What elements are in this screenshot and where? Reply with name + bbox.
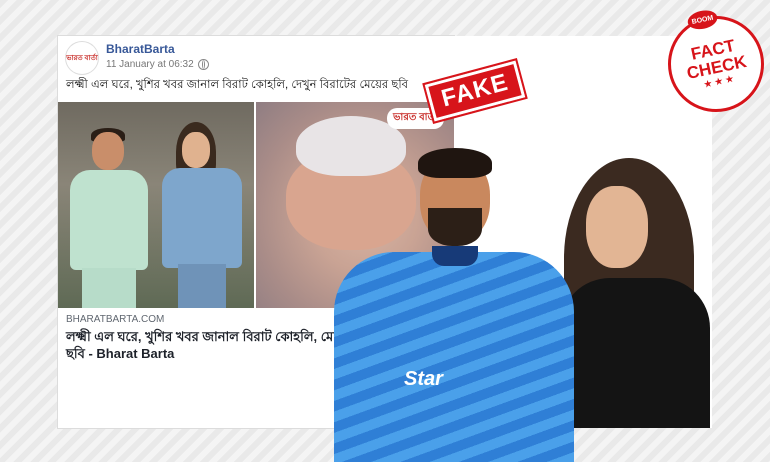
link-domain[interactable]: BHARATBARTA.COM	[66, 314, 164, 325]
boom-logo: BOOM	[685, 7, 720, 32]
jersey-text: Star	[404, 368, 443, 390]
overlay-man-photo: Star	[334, 148, 574, 462]
post-text: লক্ষ্মী এল ঘরে, খুশির খবর জানাল বিরাট কো…	[66, 79, 409, 91]
man-figure	[66, 128, 150, 308]
woman-figure	[158, 122, 248, 308]
page-avatar[interactable]: ভারত বার্তা	[66, 42, 98, 74]
overlay-woman-photo	[560, 158, 710, 428]
page-name-link[interactable]: BharatBarta	[106, 42, 175, 56]
post-timestamp[interactable]: 11 January at 06:32	[106, 59, 194, 70]
link-title[interactable]: লক্ষ্মী এল ঘরে, খুশির খবর জানাল বিরাট কো…	[66, 328, 362, 362]
couple-photo[interactable]	[58, 102, 254, 308]
globe-icon	[198, 59, 209, 70]
